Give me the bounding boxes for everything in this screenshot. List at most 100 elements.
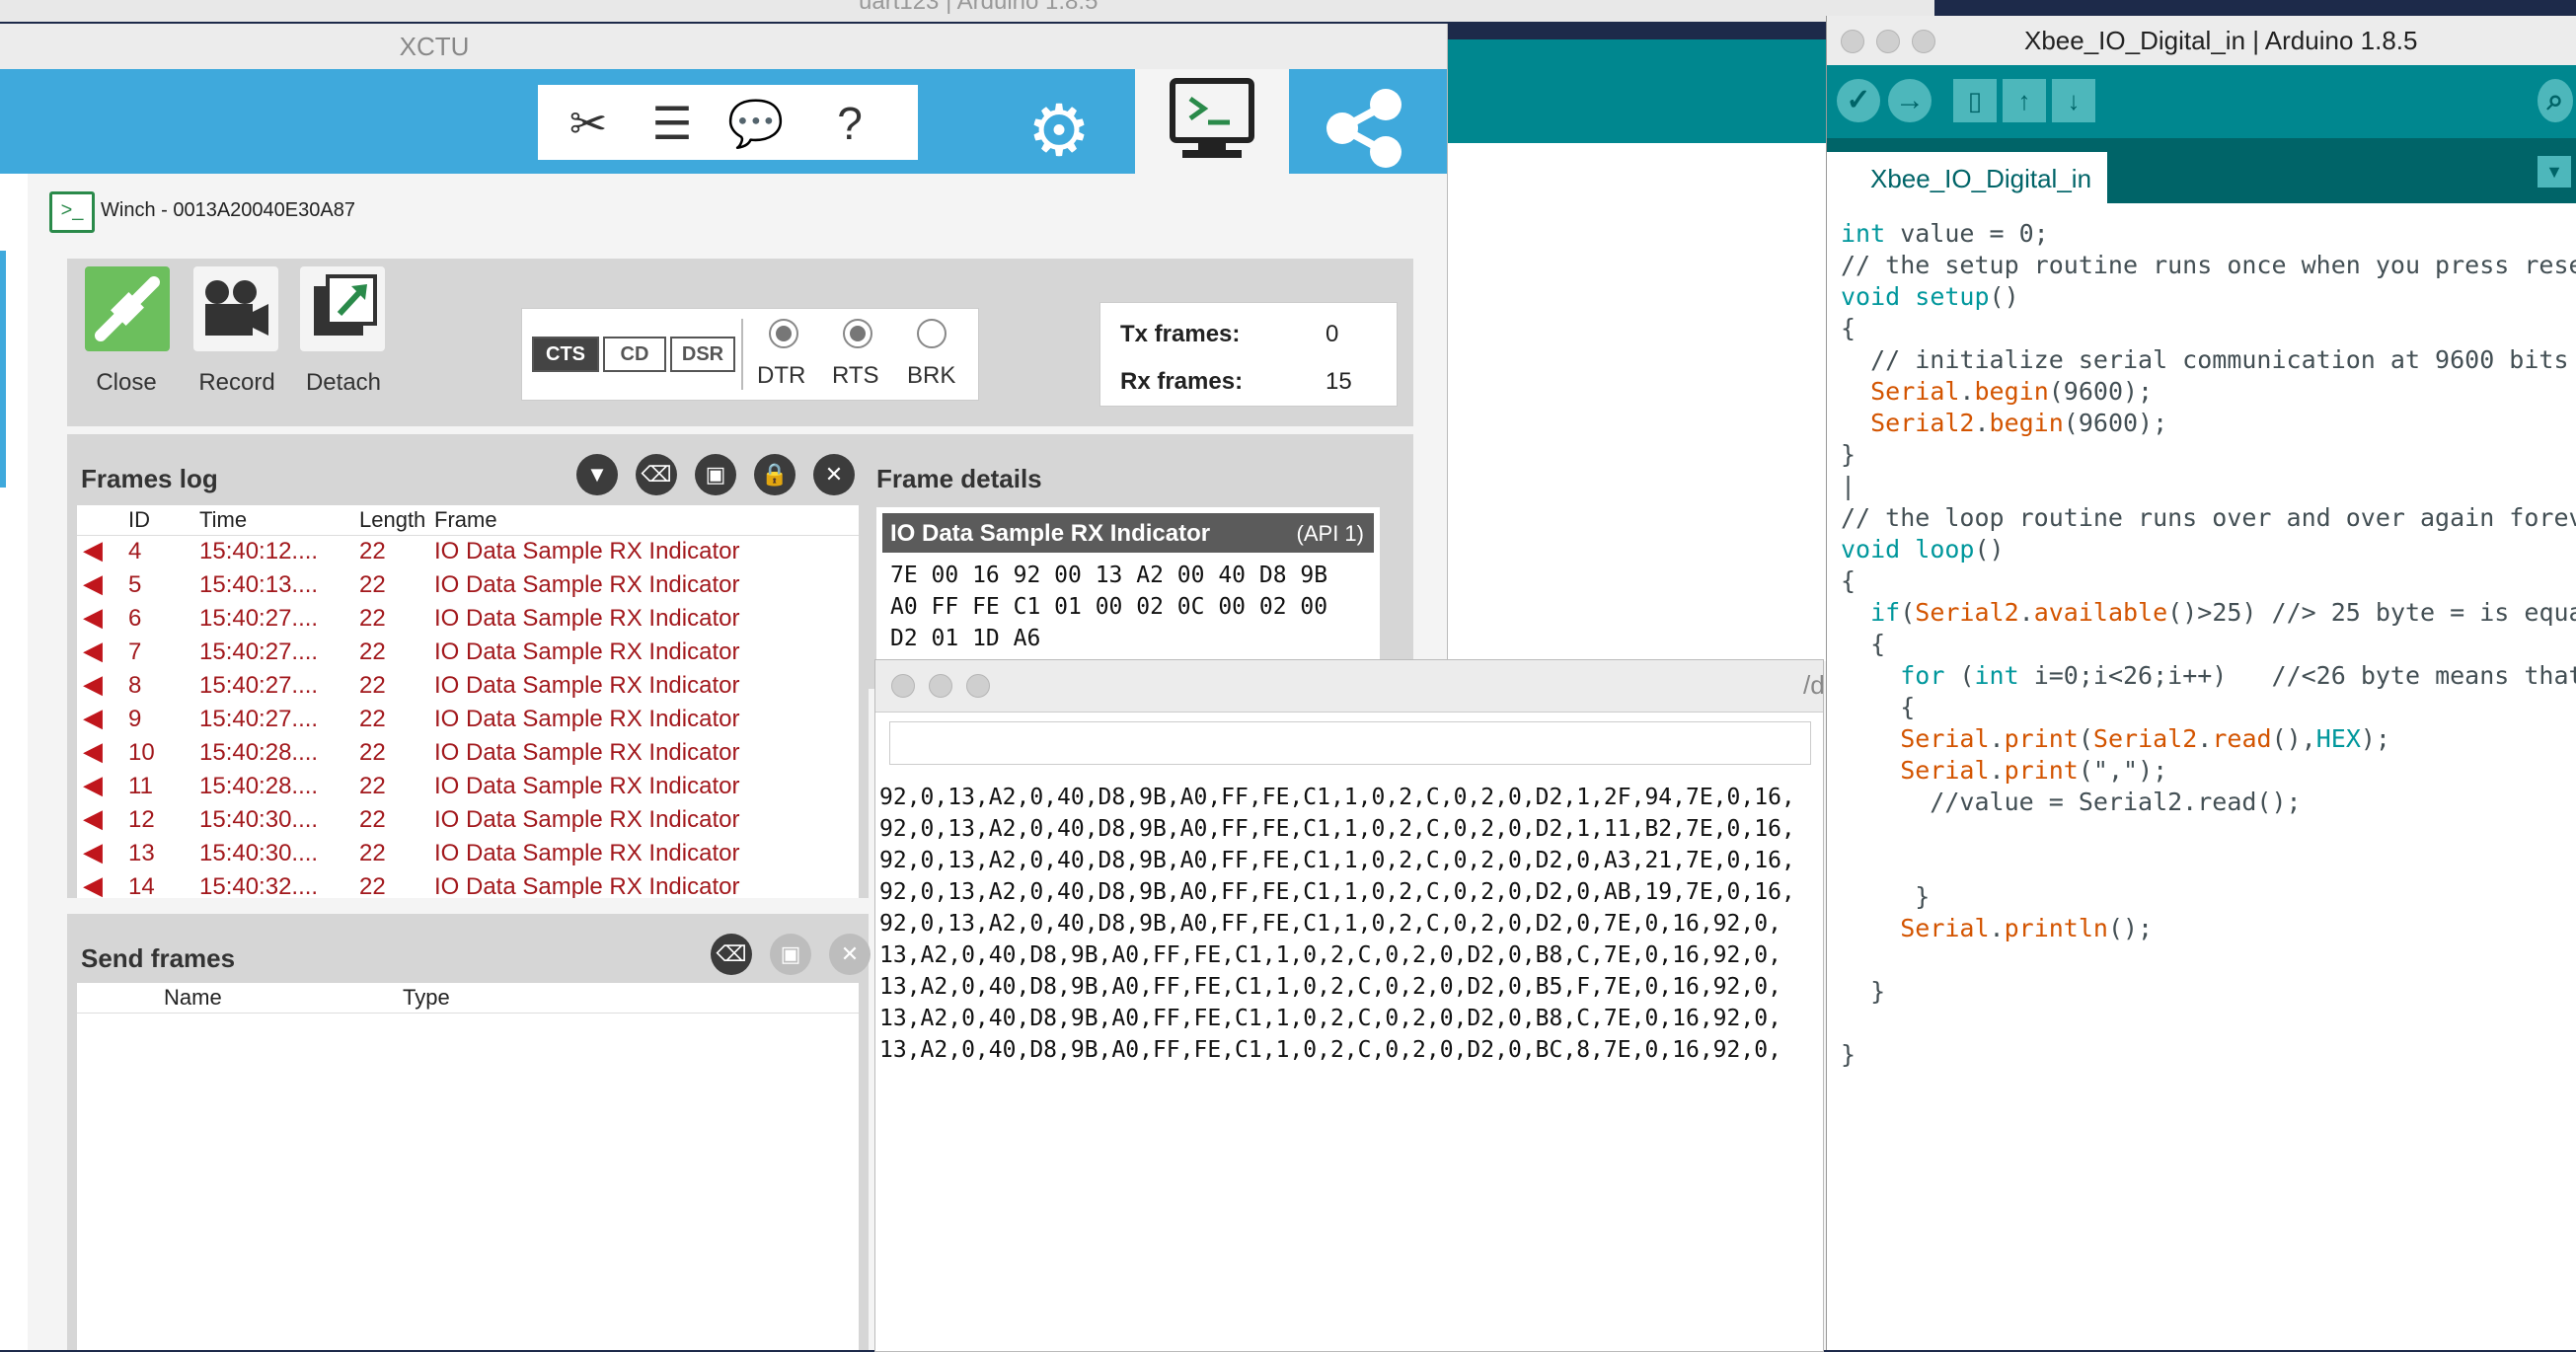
detach-button[interactable] bbox=[300, 266, 385, 351]
code-line: int value = 0; bbox=[1841, 219, 2049, 248]
send-frames-title: Send frames bbox=[81, 943, 236, 973]
serial-output-line: 92,0,13,A2,0,40,D8,9B,A0,FF,FE,C1,1,0,2,… bbox=[879, 816, 1795, 842]
code-line: // initialize serial communication at 96… bbox=[1870, 345, 2569, 374]
frame-time: 15:40:12.... bbox=[199, 538, 319, 564]
window-close-button[interactable] bbox=[1841, 30, 1864, 53]
table-row[interactable]: ◀ 9 15:40:27.... 22 IO Data Sample RX Indica… bbox=[77, 703, 859, 736]
frame-length: 22 bbox=[359, 840, 386, 866]
column-header-time[interactable]: Time bbox=[199, 507, 247, 533]
close-connection-button[interactable] bbox=[85, 266, 170, 351]
rts-toggle[interactable] bbox=[843, 319, 872, 348]
save-sketch-icon[interactable]: ↓ bbox=[2052, 79, 2095, 122]
frame-time: 15:40:27.... bbox=[199, 638, 319, 665]
serial-output-line: 92,0,13,A2,0,40,D8,9B,A0,FF,FE,C1,1,0,2,… bbox=[879, 879, 1795, 905]
open-sketch-icon[interactable]: ↑ bbox=[2003, 79, 2046, 122]
brk-label: BRK bbox=[907, 362, 956, 389]
serial-monitor-search-icon[interactable]: ⌕ bbox=[2538, 79, 2573, 122]
cts-indicator: CTS bbox=[532, 337, 599, 372]
configuration-mode-gear-icon[interactable]: ⚙ bbox=[995, 87, 1123, 176]
serial-send-input[interactable] bbox=[889, 721, 1811, 765]
window-minimize-button[interactable] bbox=[929, 674, 952, 698]
background-window-titlebar: uart123 | Arduino 1.8.5 bbox=[0, 0, 1934, 22]
serial-output-line: 13,A2,0,40,D8,9B,A0,FF,FE,C1,1,0,2,C,0,2… bbox=[879, 974, 1781, 1000]
frame-details-header: IO Data Sample RX Indicator (API 1) bbox=[882, 513, 1374, 553]
table-row[interactable]: ◀ 14 15:40:32.... 22 IO Data Sample RX Indic… bbox=[77, 870, 859, 898]
table-row[interactable]: ◀ 10 15:40:28.... 22 IO Data Sample RX Indic… bbox=[77, 736, 859, 770]
frame-length: 22 bbox=[359, 672, 386, 699]
tab-sketch[interactable]: Xbee_IO_Digital_in bbox=[1827, 152, 2107, 203]
device-selection-indicator bbox=[0, 251, 6, 488]
table-row[interactable]: ◀ 4 15:40:12.... 22 IO Data Sample RX Indica… bbox=[77, 535, 859, 568]
table-row[interactable]: ◀ 13 15:40:30.... 22 IO Data Sample RX Indic… bbox=[77, 837, 859, 870]
frame-time: 15:40:28.... bbox=[199, 773, 319, 799]
received-frame-arrow-icon: ◀ bbox=[83, 837, 103, 866]
consoles-mode-tab[interactable] bbox=[1135, 69, 1289, 174]
window-zoom-button[interactable] bbox=[966, 674, 990, 698]
frame-type: IO Data Sample RX Indicator bbox=[434, 840, 740, 866]
code-line: Serial.print(","); bbox=[1900, 756, 2168, 785]
record-button[interactable] bbox=[193, 266, 278, 351]
table-row[interactable]: ◀ 11 15:40:28.... 22 IO Data Sample RX Indic… bbox=[77, 770, 859, 803]
network-mode-icon[interactable] bbox=[1303, 83, 1421, 172]
frame-id: 9 bbox=[128, 706, 142, 732]
upload-arrow-icon[interactable]: → bbox=[1888, 79, 1932, 122]
table-row[interactable]: ◀ 12 15:40:30.... 22 IO Data Sample RX Indic… bbox=[77, 803, 859, 837]
window-close-button[interactable] bbox=[891, 674, 915, 698]
column-header-name[interactable]: Name bbox=[164, 985, 222, 1011]
code-line: { bbox=[1841, 630, 1886, 658]
frame-length: 22 bbox=[359, 605, 386, 632]
column-header-frame[interactable]: Frame bbox=[434, 507, 497, 533]
table-row[interactable]: ◀ 8 15:40:27.... 22 IO Data Sample RX Indica… bbox=[77, 669, 859, 703]
frame-details-title: Frame details bbox=[876, 464, 1042, 493]
frame-id: 12 bbox=[128, 806, 155, 833]
text-cursor: | bbox=[1841, 472, 1856, 500]
remove-frame-icon[interactable]: ✕ bbox=[829, 934, 871, 975]
tab-menu-dropdown-icon[interactable]: ▼ bbox=[2538, 156, 2571, 188]
window-zoom-button[interactable] bbox=[1912, 30, 1935, 53]
frame-details-panel: Frame details IO Data Sample RX Indicato… bbox=[869, 434, 1413, 689]
frame-length: 22 bbox=[359, 538, 386, 564]
column-header-id[interactable]: ID bbox=[128, 507, 150, 533]
save-frames-icon[interactable]: ▣ bbox=[770, 934, 811, 975]
code-line: } bbox=[1841, 882, 1931, 911]
clear-log-icon[interactable]: ⌫ bbox=[636, 454, 677, 495]
connection-panel: Close Record Detach CTS CD DSR DTR RTS B… bbox=[67, 259, 1413, 426]
table-row[interactable]: ◀ 5 15:40:13.... 22 IO Data Sample RX Indica… bbox=[77, 568, 859, 602]
close-log-icon[interactable]: ✕ bbox=[813, 454, 855, 495]
frame-time: 15:40:30.... bbox=[199, 806, 319, 833]
dtr-toggle[interactable] bbox=[769, 319, 798, 348]
tools-icon[interactable]: ✂ bbox=[558, 93, 619, 154]
arduino-titlebar: Xbee_IO_Digital_in | Arduino 1.8.5 bbox=[1827, 16, 2576, 65]
console-log-icon[interactable]: ☰ bbox=[642, 93, 703, 154]
filter-icon[interactable]: ▼ bbox=[576, 454, 618, 495]
save-log-icon[interactable]: ▣ bbox=[695, 454, 736, 495]
new-sketch-icon[interactable]: ▯ bbox=[1953, 79, 1997, 122]
verify-check-icon[interactable]: ✓ bbox=[1837, 79, 1880, 122]
code-line: Serial.println(); bbox=[1900, 914, 2154, 942]
lock-icon[interactable]: 🔒 bbox=[754, 454, 796, 495]
help-icon[interactable]: ? bbox=[819, 93, 880, 154]
brk-toggle[interactable] bbox=[917, 319, 947, 348]
frame-time: 15:40:30.... bbox=[199, 840, 319, 866]
code-line: } bbox=[1841, 440, 1856, 469]
frame-id: 14 bbox=[128, 873, 155, 898]
add-frame-icon[interactable]: ⌫ bbox=[711, 934, 752, 975]
frame-type: IO Data Sample RX Indicator bbox=[434, 571, 740, 598]
table-row[interactable]: ◀ 6 15:40:27.... 22 IO Data Sample RX Indica… bbox=[77, 602, 859, 636]
column-header-type[interactable]: Type bbox=[403, 985, 450, 1011]
device-name: Winch - 0013A20040E30A87 bbox=[101, 199, 355, 221]
code-line: if(Serial2.available()>25) //> 25 byte =… bbox=[1870, 598, 2576, 627]
window-minimize-button[interactable] bbox=[1876, 30, 1900, 53]
chat-icon[interactable]: 💬 bbox=[725, 93, 787, 154]
table-header: Name Type bbox=[77, 983, 859, 1014]
frame-time: 15:40:27.... bbox=[199, 605, 319, 632]
received-frame-arrow-icon: ◀ bbox=[83, 870, 103, 898]
frame-counters: Tx frames: 0 Rx frames: 15 bbox=[1099, 302, 1398, 407]
table-row[interactable]: ◀ 7 15:40:27.... 22 IO Data Sample RX Indica… bbox=[77, 636, 859, 669]
code-line: Serial.begin(9600); bbox=[1870, 377, 2154, 406]
column-header-length[interactable]: Length bbox=[359, 507, 425, 533]
received-frame-arrow-icon: ◀ bbox=[83, 736, 103, 766]
rx-frames-value: 15 bbox=[1326, 368, 1352, 395]
frame-length: 22 bbox=[359, 638, 386, 665]
serial-line-status: CTS CD DSR DTR RTS BRK bbox=[521, 308, 979, 401]
